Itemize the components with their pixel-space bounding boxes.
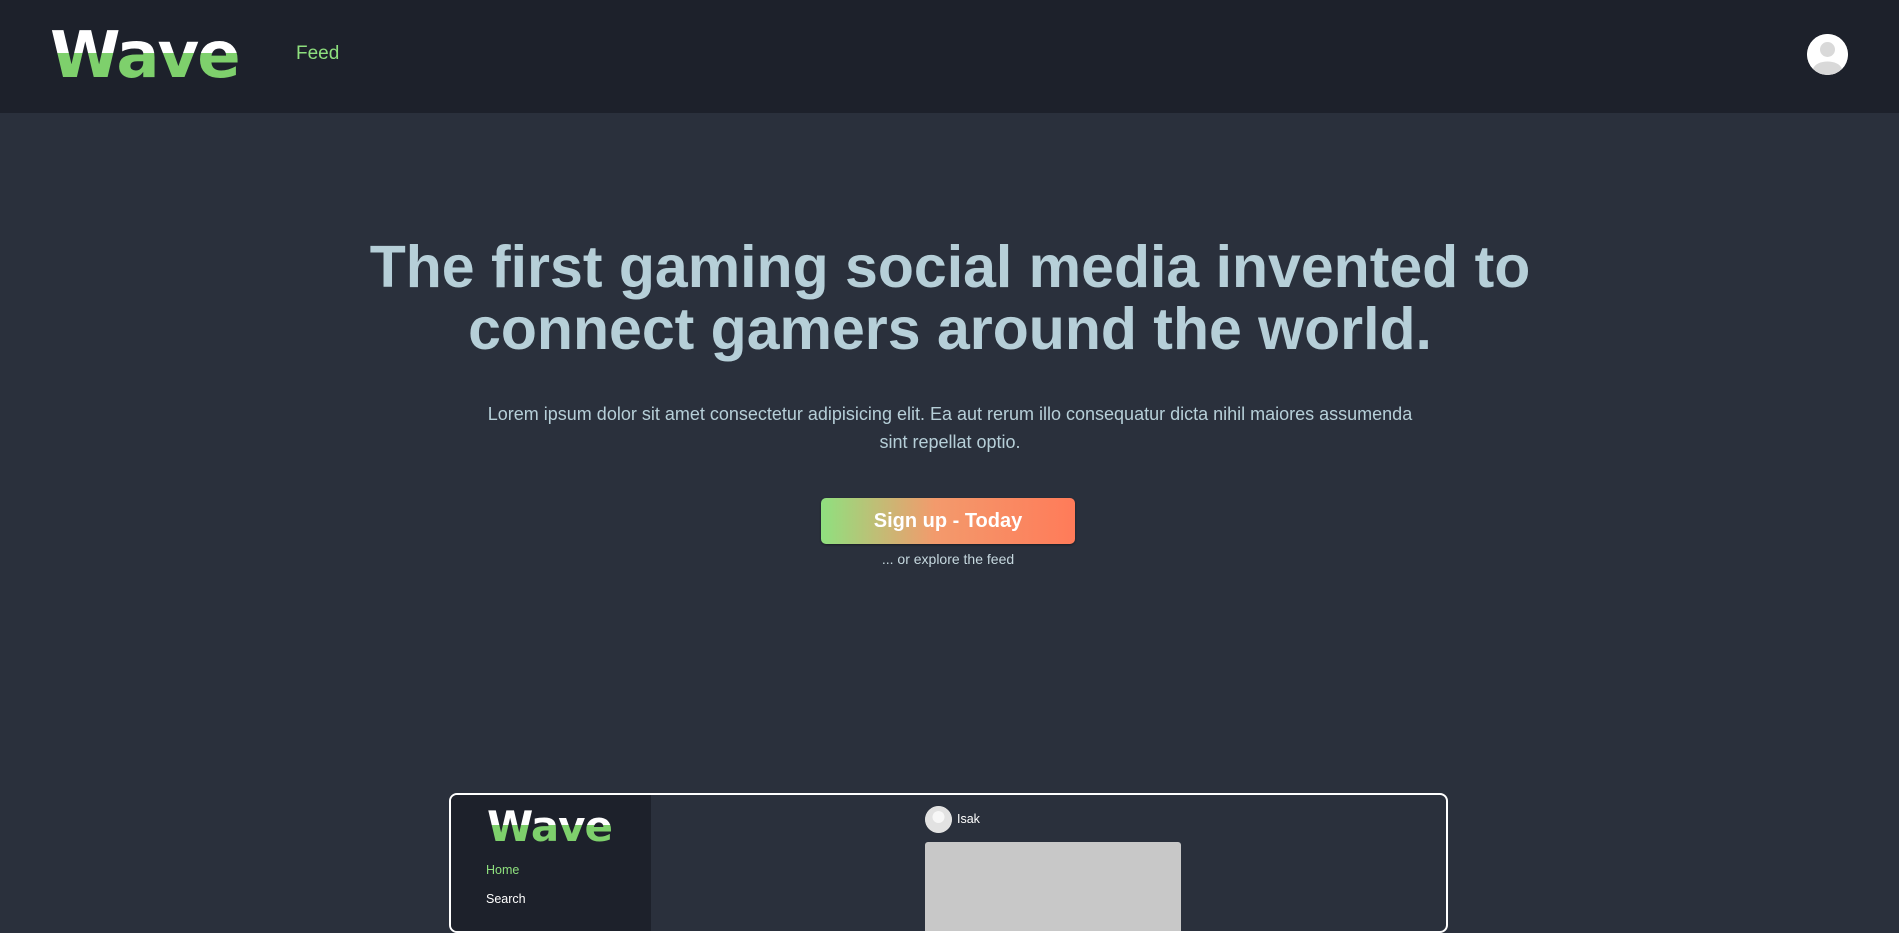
nav-link-feed[interactable]: Feed [296,43,339,65]
hero-title: The first gaming social media invented t… [369,234,1531,362]
profile-avatar-button[interactable] [1807,34,1848,75]
wave-logo[interactable]: Wave [50,20,241,92]
user-avatar-icon [1807,34,1848,75]
preview-post-image [925,842,1181,931]
preview-post-username: Isak [957,812,980,826]
explore-feed-link[interactable]: ... or explore the feed [821,551,1075,567]
preview-nav-search[interactable]: Search [486,892,526,906]
top-navbar: Wave Feed [0,0,1899,113]
preview-nav-home[interactable]: Home [486,863,519,877]
user-avatar-icon [925,806,952,833]
hero-subtitle: Lorem ipsum dolor sit amet consectetur a… [487,404,1413,452]
preview-wave-logo: Wave [487,802,613,851]
preview-post-avatar [925,806,952,833]
app-preview-frame: Wave Home Search Isak [449,793,1448,933]
preview-sidebar: Wave Home Search [451,795,651,931]
signup-button[interactable]: Sign up - Today [821,498,1075,544]
